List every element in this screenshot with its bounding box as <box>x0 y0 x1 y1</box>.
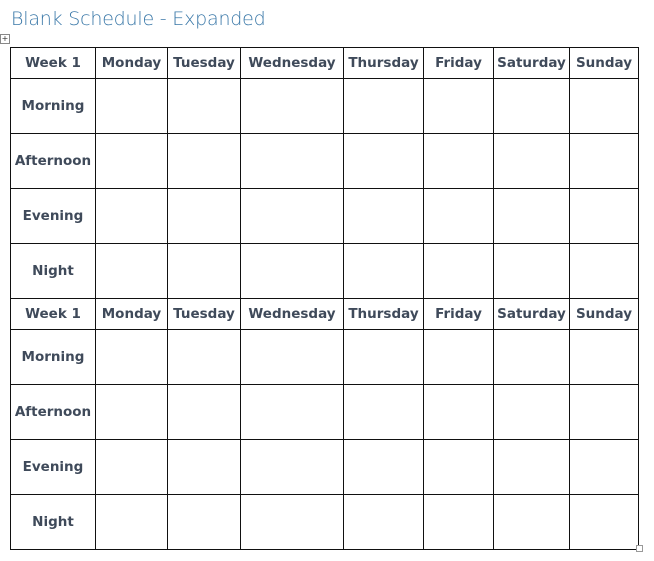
time-slot-label-cell[interactable]: Morning <box>10 329 96 385</box>
day-header-cell[interactable]: Saturday <box>493 298 570 330</box>
schedule-cell[interactable] <box>167 494 241 550</box>
time-slot-label-cell[interactable]: Morning <box>10 78 96 134</box>
time-slot-row: Evening <box>10 439 639 495</box>
schedule-cell[interactable] <box>240 78 344 134</box>
schedule-cell[interactable] <box>167 439 241 495</box>
schedule-cell[interactable] <box>493 133 570 189</box>
day-header-cell[interactable]: Friday <box>423 298 494 330</box>
time-slot-row: Morning <box>10 329 639 385</box>
schedule-cell[interactable] <box>493 494 570 550</box>
schedule-cell[interactable] <box>423 329 494 385</box>
schedule-cell[interactable] <box>167 133 241 189</box>
schedule-cell[interactable] <box>167 243 241 299</box>
time-slot-row: Night <box>10 494 639 550</box>
day-header-cell[interactable]: Sunday <box>569 298 639 330</box>
schedule-cell[interactable] <box>240 494 344 550</box>
day-header-cell[interactable]: Saturday <box>493 47 570 79</box>
schedule-cell[interactable] <box>95 78 168 134</box>
schedule-cell[interactable] <box>343 78 424 134</box>
schedule-cell[interactable] <box>423 188 494 244</box>
schedule-cell[interactable] <box>493 243 570 299</box>
header-row: Week 1 Monday Tuesday Wednesday Thursday Frid… <box>10 298 639 330</box>
schedule-cell[interactable] <box>343 188 424 244</box>
time-slot-label-cell[interactable]: Night <box>10 494 96 550</box>
time-slot-row: Evening <box>10 188 639 244</box>
schedule-cell[interactable] <box>493 329 570 385</box>
table-resize-handle-icon[interactable] <box>636 545 643 552</box>
day-header-cell[interactable]: Thursday <box>343 47 424 79</box>
schedule-cell[interactable] <box>167 329 241 385</box>
schedule-table: Week 1 Monday Tuesday Wednesday Thursday Frid… <box>10 47 639 550</box>
time-slot-row: Afternoon <box>10 133 639 189</box>
schedule-cell[interactable] <box>343 494 424 550</box>
day-header-cell[interactable]: Wednesday <box>240 47 344 79</box>
time-slot-label-cell[interactable]: Night <box>10 243 96 299</box>
time-slot-row: Afternoon <box>10 384 639 440</box>
schedule-cell[interactable] <box>569 188 639 244</box>
schedule-cell[interactable] <box>423 439 494 495</box>
schedule-cell[interactable] <box>423 384 494 440</box>
schedule-cell[interactable] <box>95 243 168 299</box>
schedule-cell[interactable] <box>493 384 570 440</box>
day-header-cell[interactable]: Wednesday <box>240 298 344 330</box>
schedule-cell[interactable] <box>167 188 241 244</box>
schedule-cell[interactable] <box>493 78 570 134</box>
schedule-cell[interactable] <box>95 133 168 189</box>
schedule-cell[interactable] <box>493 188 570 244</box>
day-header-cell[interactable]: Tuesday <box>167 298 241 330</box>
day-header-cell[interactable]: Monday <box>95 298 168 330</box>
schedule-cell[interactable] <box>95 188 168 244</box>
schedule-cell[interactable] <box>569 494 639 550</box>
schedule-cell[interactable] <box>569 439 639 495</box>
document-title: Blank Schedule - Expanded <box>11 8 266 30</box>
schedule-cell[interactable] <box>569 384 639 440</box>
day-header-cell[interactable]: Sunday <box>569 47 639 79</box>
schedule-cell[interactable] <box>95 439 168 495</box>
schedule-cell[interactable] <box>493 439 570 495</box>
schedule-cell[interactable] <box>240 243 344 299</box>
time-slot-label-cell[interactable]: Afternoon <box>10 384 96 440</box>
schedule-cell[interactable] <box>240 133 344 189</box>
schedule-cell[interactable] <box>240 188 344 244</box>
schedule-cell[interactable] <box>569 329 639 385</box>
schedule-cell[interactable] <box>343 439 424 495</box>
schedule-cell[interactable] <box>95 329 168 385</box>
schedule-cell[interactable] <box>423 78 494 134</box>
schedule-cell[interactable] <box>423 133 494 189</box>
schedule-cell[interactable] <box>343 329 424 385</box>
schedule-cell[interactable] <box>95 494 168 550</box>
day-header-cell[interactable]: Friday <box>423 47 494 79</box>
schedule-cell[interactable] <box>240 384 344 440</box>
time-slot-label-cell[interactable]: Afternoon <box>10 133 96 189</box>
schedule-cell[interactable] <box>167 78 241 134</box>
time-slot-row: Morning <box>10 78 639 134</box>
schedule-cell[interactable] <box>569 243 639 299</box>
table-move-handle-icon[interactable]: + <box>0 34 10 44</box>
day-header-cell[interactable]: Tuesday <box>167 47 241 79</box>
schedule-cell[interactable] <box>569 78 639 134</box>
header-row: Week 1 Monday Tuesday Wednesday Thursday Frid… <box>10 47 639 79</box>
schedule-cell[interactable] <box>95 384 168 440</box>
schedule-cell[interactable] <box>343 384 424 440</box>
day-header-cell[interactable]: Monday <box>95 47 168 79</box>
time-slot-label-cell[interactable]: Evening <box>10 439 96 495</box>
schedule-cell[interactable] <box>343 133 424 189</box>
time-slot-label-cell[interactable]: Evening <box>10 188 96 244</box>
schedule-cell[interactable] <box>423 494 494 550</box>
schedule-cell[interactable] <box>240 439 344 495</box>
schedule-cell[interactable] <box>569 133 639 189</box>
week-label-cell[interactable]: Week 1 <box>10 47 96 79</box>
day-header-cell[interactable]: Thursday <box>343 298 424 330</box>
schedule-cell[interactable] <box>167 384 241 440</box>
week-label-cell[interactable]: Week 1 <box>10 298 96 330</box>
schedule-cell[interactable] <box>343 243 424 299</box>
schedule-cell[interactable] <box>240 329 344 385</box>
schedule-cell[interactable] <box>423 243 494 299</box>
time-slot-row: Night <box>10 243 639 299</box>
